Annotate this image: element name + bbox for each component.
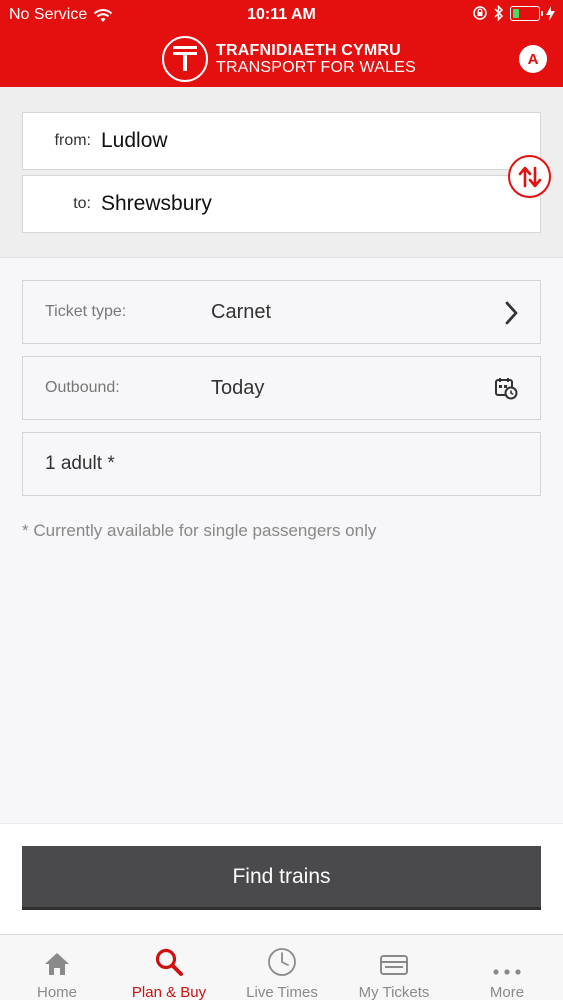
to-station-field[interactable]: to: Shrewsbury bbox=[22, 175, 541, 233]
status-bar: No Service 10:11 AM bbox=[0, 0, 563, 30]
brand-name-welsh: TRAFNIDIAETH CYMRU bbox=[216, 42, 401, 59]
outbound-date-selector[interactable]: Outbound: Today bbox=[22, 356, 541, 420]
from-value: Ludlow bbox=[101, 129, 168, 152]
tab-live-times-label: Live Times bbox=[246, 984, 318, 1000]
from-station-field[interactable]: from: Ludlow bbox=[22, 112, 541, 170]
tab-plan-buy-label: Plan & Buy bbox=[131, 984, 207, 1000]
app-header: No Service 10:11 AM TRAFNIDIAETH CYMRU T… bbox=[0, 0, 563, 87]
charging-icon bbox=[546, 5, 555, 21]
outbound-value: Today bbox=[211, 376, 265, 399]
passengers-value: 1 adult * bbox=[45, 453, 115, 474]
tab-more[interactable]: More bbox=[464, 935, 550, 1000]
to-label: to: bbox=[73, 195, 91, 212]
tab-home-label: Home bbox=[36, 984, 77, 1000]
ticket-icon bbox=[380, 955, 408, 975]
tab-my-tickets-label: My Tickets bbox=[358, 984, 430, 1000]
ticket-type-label: Ticket type: bbox=[45, 303, 127, 320]
availability-note: * Currently available for single passeng… bbox=[22, 521, 377, 540]
tab-live-times[interactable]: Live Times bbox=[238, 935, 326, 1000]
chevron-right-icon bbox=[505, 301, 518, 325]
bluetooth-icon bbox=[494, 5, 504, 21]
tab-plan-buy[interactable]: Plan & Buy bbox=[126, 935, 212, 1000]
find-trains-button[interactable]: Find trains bbox=[22, 846, 541, 910]
tab-bar: Home Plan & Buy Live Times My Tickets Mo… bbox=[0, 934, 563, 1000]
passengers-selector[interactable]: 1 adult * bbox=[22, 432, 541, 496]
to-value: Shrewsbury bbox=[101, 192, 212, 215]
from-label: from: bbox=[54, 132, 91, 149]
battery-icon bbox=[510, 5, 543, 21]
home-icon bbox=[45, 953, 69, 975]
swap-arrows-icon bbox=[518, 166, 541, 187]
ticket-type-value: Carnet bbox=[211, 300, 272, 323]
tab-home[interactable]: Home bbox=[14, 935, 100, 1000]
journey-section: from: Ludlow to: Shrewsbury bbox=[0, 87, 563, 258]
clock-icon bbox=[268, 948, 296, 976]
tab-more-label: More bbox=[489, 984, 525, 1000]
swap-stations-button[interactable] bbox=[508, 155, 551, 198]
brand-logo: TRAFNIDIAETH CYMRU TRANSPORT FOR WALES bbox=[162, 36, 416, 82]
outbound-label: Outbound: bbox=[45, 379, 120, 396]
ticket-type-selector[interactable]: Ticket type: Carnet bbox=[22, 280, 541, 344]
orientation-lock-icon bbox=[473, 6, 487, 20]
brand-name-english: TRANSPORT FOR WALES bbox=[216, 59, 416, 76]
tfw-logo-icon bbox=[162, 36, 208, 82]
account-avatar[interactable]: A bbox=[519, 45, 547, 73]
calendar-icon bbox=[495, 378, 518, 400]
search-icon bbox=[155, 948, 183, 976]
tab-my-tickets[interactable]: My Tickets bbox=[350, 935, 438, 1000]
more-icon bbox=[493, 969, 521, 975]
